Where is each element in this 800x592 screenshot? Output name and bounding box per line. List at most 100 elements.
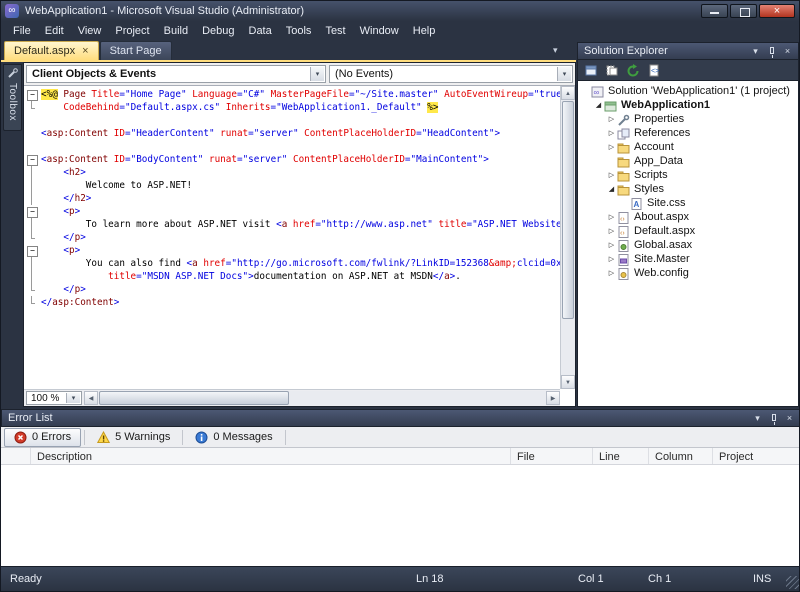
column-header-project[interactable]: Project bbox=[713, 448, 800, 464]
active-files-chevron-down-icon[interactable]: ▾ bbox=[553, 45, 558, 56]
tree-item-site-css[interactable]: ASite.css bbox=[578, 196, 798, 210]
view-code-icon[interactable]: <> bbox=[645, 62, 662, 79]
vertical-scrollbar-thumb[interactable] bbox=[562, 101, 574, 319]
config-icon bbox=[617, 267, 631, 279]
menu-file[interactable]: File bbox=[6, 23, 38, 39]
svg-text:‹›: ‹› bbox=[620, 230, 625, 237]
code-editor: Client Objects & Events ▾ (No Events) ▾ … bbox=[23, 62, 576, 407]
filter-label: 0 Messages bbox=[213, 431, 272, 443]
object-dropdown[interactable]: Client Objects & Events ▾ bbox=[26, 65, 326, 83]
tree-expander-icon[interactable]: ◢ bbox=[606, 185, 617, 193]
menu-build[interactable]: Build bbox=[157, 23, 195, 39]
auto-hide-pin-icon[interactable] bbox=[766, 412, 781, 425]
menu-tools[interactable]: Tools bbox=[279, 23, 319, 39]
chevron-down-icon[interactable]: ▾ bbox=[310, 67, 324, 81]
menu-test[interactable]: Test bbox=[318, 23, 352, 39]
tree-label: Styles bbox=[634, 183, 664, 195]
tree-expander-icon[interactable]: ▷ bbox=[606, 227, 617, 235]
tree-expander-icon[interactable]: ▷ bbox=[606, 115, 617, 123]
menu-edit[interactable]: Edit bbox=[38, 23, 71, 39]
code-text: CodeBehind="Default.aspx.cs" Inherits="W… bbox=[41, 101, 438, 114]
panel-close-icon[interactable]: × bbox=[782, 412, 797, 425]
menu-data[interactable]: Data bbox=[242, 23, 279, 39]
resize-grip[interactable] bbox=[786, 576, 799, 589]
menu-debug[interactable]: Debug bbox=[195, 23, 241, 39]
column-header-column[interactable]: Column bbox=[649, 448, 713, 464]
close-button[interactable]: × bbox=[759, 4, 795, 18]
tree-item-about-aspx[interactable]: ▷‹›About.aspx bbox=[578, 210, 798, 224]
filter-0-errors[interactable]: 0 Errors bbox=[4, 428, 81, 447]
vertical-scrollbar[interactable]: ▲ ▼ bbox=[560, 86, 575, 389]
tree-expander-icon[interactable]: ▷ bbox=[606, 171, 617, 179]
tree-item-solution-webapplication1-1-project[interactable]: ∞Solution 'WebApplication1' (1 project) bbox=[578, 84, 798, 98]
scroll-right-icon[interactable]: ▶ bbox=[546, 391, 560, 405]
error-list-body[interactable] bbox=[1, 465, 800, 568]
column-header-description[interactable]: Description bbox=[31, 448, 511, 464]
tree-expander-icon[interactable]: ◢ bbox=[593, 101, 604, 109]
scroll-down-icon[interactable]: ▼ bbox=[561, 375, 575, 389]
tab-start-page[interactable]: Start Page bbox=[100, 41, 172, 60]
properties-icon[interactable] bbox=[582, 62, 599, 79]
code-area[interactable]: <%@ Page Title="Home Page" Language="C#"… bbox=[24, 86, 560, 389]
column-header-file[interactable]: File bbox=[511, 448, 593, 464]
fold-margin bbox=[24, 179, 41, 192]
tree-item-properties[interactable]: ▷Properties bbox=[578, 112, 798, 126]
menu-help[interactable]: Help bbox=[406, 23, 443, 39]
horizontal-scrollbar-thumb[interactable] bbox=[99, 391, 289, 405]
fold-margin bbox=[24, 270, 41, 283]
tree-item-references[interactable]: ▷ References bbox=[578, 126, 798, 140]
fold-collapse-icon[interactable] bbox=[24, 244, 41, 257]
tree-expander-icon[interactable]: ▷ bbox=[606, 255, 617, 263]
menu-window[interactable]: Window bbox=[353, 23, 406, 39]
minimize-button[interactable] bbox=[701, 4, 728, 18]
column-header-line[interactable]: Line bbox=[593, 448, 649, 464]
panel-close-icon[interactable]: × bbox=[780, 45, 795, 58]
toolbox-tab[interactable]: Toolbox bbox=[3, 64, 22, 131]
tree-item-site-master[interactable]: ▷Site.Master bbox=[578, 252, 798, 266]
menu-view[interactable]: View bbox=[71, 23, 109, 39]
fold-collapse-icon[interactable] bbox=[24, 153, 41, 166]
tree-item-web-config[interactable]: ▷Web.config bbox=[578, 266, 798, 280]
tree-item-scripts[interactable]: ▷Scripts bbox=[578, 168, 798, 182]
tree-item-global-asax[interactable]: ▷Global.asax bbox=[578, 238, 798, 252]
window-position-chevron-icon[interactable]: ▾ bbox=[748, 45, 763, 58]
code-line: To learn more about ASP.NET visit <a hre… bbox=[24, 218, 560, 231]
svg-text:‹›: ‹› bbox=[620, 216, 625, 223]
solution-icon: ∞ bbox=[591, 85, 605, 97]
tree-item-styles[interactable]: ◢ Styles bbox=[578, 182, 798, 196]
tree-label: References bbox=[634, 127, 690, 139]
tree-item-webapplication1[interactable]: ◢WebApplication1 bbox=[578, 98, 798, 112]
tree-expander-icon[interactable]: ▷ bbox=[606, 143, 617, 151]
tree-expander-icon[interactable]: ▷ bbox=[606, 269, 617, 277]
show-all-files-icon[interactable] bbox=[603, 62, 620, 79]
scroll-left-icon[interactable]: ◀ bbox=[84, 391, 98, 405]
horizontal-scrollbar[interactable]: ◀ ▶ bbox=[84, 391, 560, 405]
code-line: </h2> bbox=[24, 192, 560, 205]
scroll-up-icon[interactable]: ▲ bbox=[561, 86, 575, 100]
maximize-button[interactable] bbox=[730, 4, 757, 18]
refresh-icon[interactable] bbox=[624, 62, 641, 79]
tree-expander-icon[interactable]: ▷ bbox=[606, 241, 617, 249]
fold-margin bbox=[24, 283, 41, 296]
tree-expander-icon[interactable]: ▷ bbox=[606, 213, 617, 221]
tree-label: App_Data bbox=[634, 155, 683, 167]
chevron-down-icon[interactable]: ▾ bbox=[66, 393, 80, 403]
tab-default-aspx[interactable]: Default.aspx× bbox=[4, 41, 99, 60]
zoom-dropdown[interactable]: 100 % ▾ bbox=[26, 391, 82, 405]
fold-collapse-icon[interactable] bbox=[24, 88, 41, 101]
menu-project[interactable]: Project bbox=[108, 23, 156, 39]
filter-5-warnings[interactable]: 5 Warnings bbox=[88, 428, 179, 447]
event-dropdown[interactable]: (No Events) ▾ bbox=[329, 65, 573, 83]
code-text: </p> bbox=[41, 283, 86, 296]
chevron-down-icon[interactable]: ▾ bbox=[557, 67, 571, 81]
auto-hide-pin-icon[interactable] bbox=[764, 45, 779, 58]
tree-item-default-aspx[interactable]: ▷‹›Default.aspx bbox=[578, 224, 798, 238]
filter-0-messages[interactable]: 0 Messages bbox=[186, 428, 281, 447]
tree-item-app-data[interactable]: App_Data bbox=[578, 154, 798, 168]
tab-close-icon[interactable]: × bbox=[82, 46, 88, 57]
tree-expander-icon[interactable]: ▷ bbox=[606, 129, 617, 137]
tree-item-account[interactable]: ▷Account bbox=[578, 140, 798, 154]
window-position-chevron-icon[interactable]: ▾ bbox=[750, 412, 765, 425]
fold-collapse-icon[interactable] bbox=[24, 205, 41, 218]
error-list-title-bar: Error List ▾ × bbox=[1, 409, 800, 427]
